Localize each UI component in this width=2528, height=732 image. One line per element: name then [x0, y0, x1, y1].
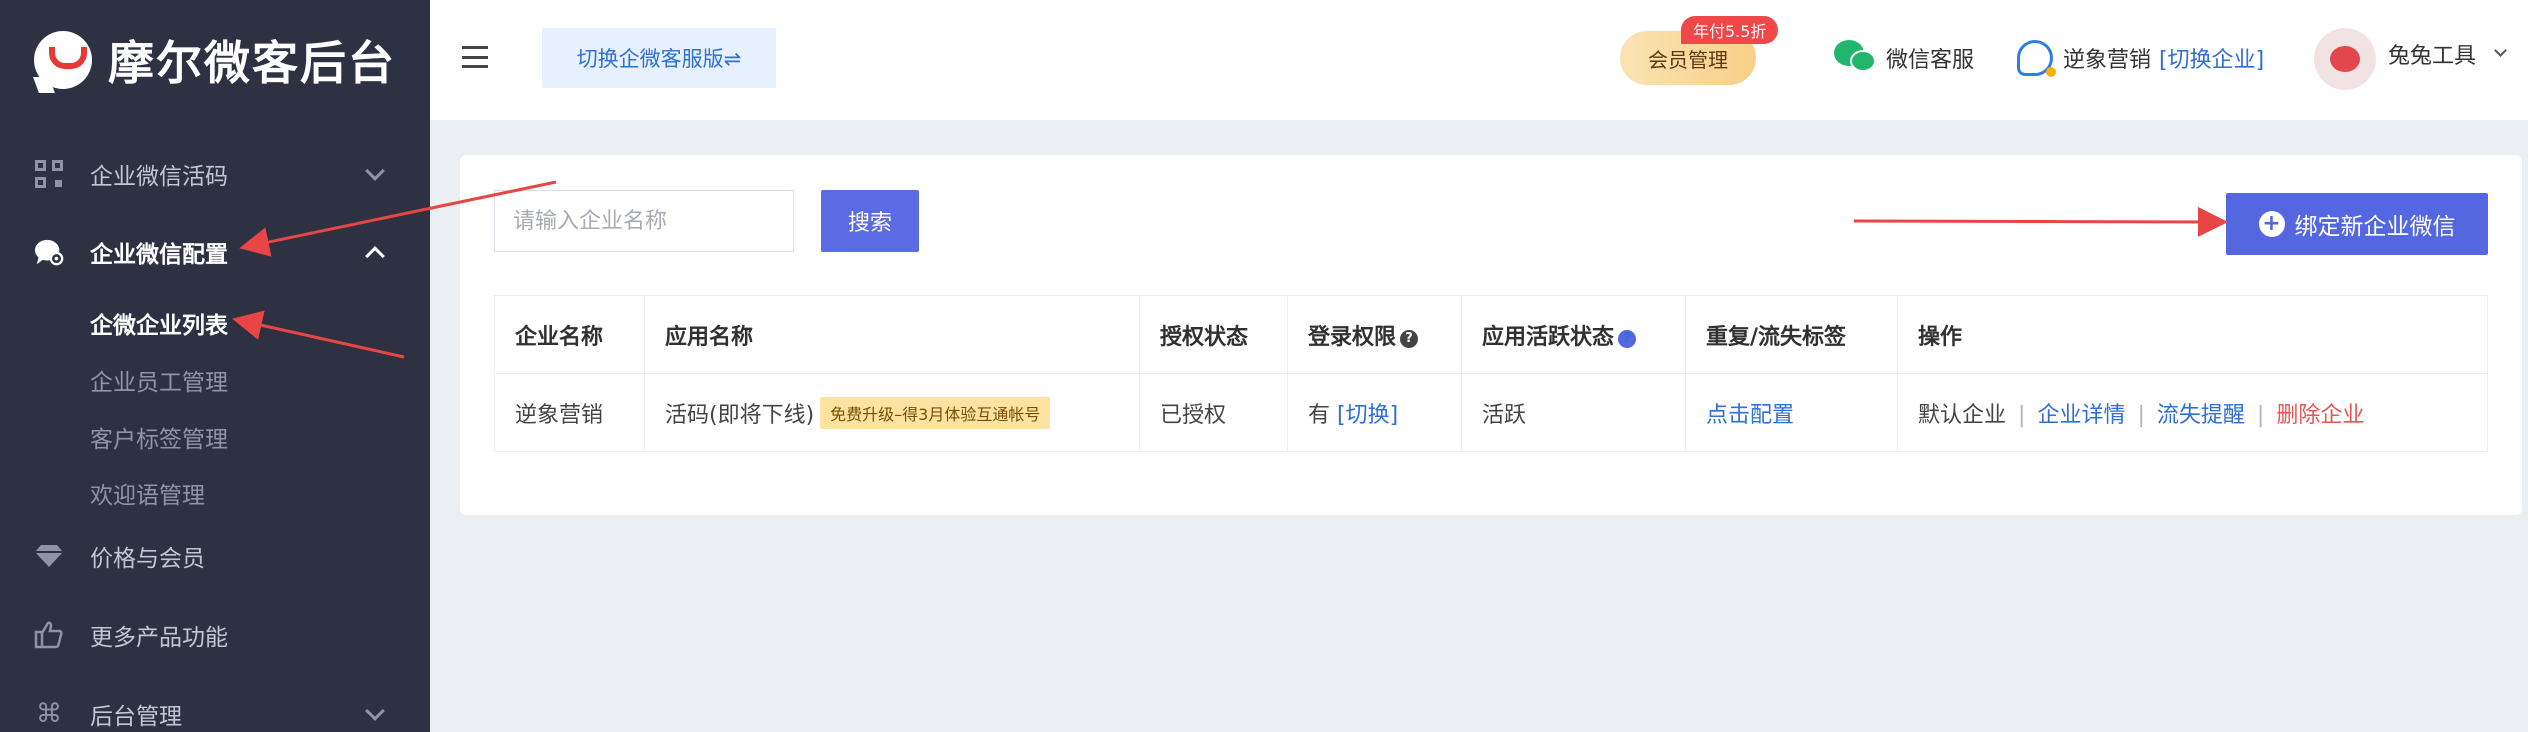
upgrade-tag[interactable]: 免费升级–得3月体验互通帐号 [820, 396, 1051, 429]
company-list-card: 搜索 + 绑定新企业微信 企业名称 应用名称 授权状态 登录权限? 应用活跃状态… [460, 155, 2522, 515]
search-input[interactable] [494, 190, 794, 252]
command-icon: ⌘ [36, 699, 62, 729]
discount-badge: 年付5.5折 [1681, 16, 1779, 44]
col-active-label: 应用活跃状态 [1482, 324, 1615, 350]
table-header-row: 企业名称 应用名称 授权状态 登录权限? 应用活跃状态? 重复/流失标签 操作 [494, 295, 2488, 374]
col-app: 应用名称 [644, 295, 1140, 374]
user-name[interactable]: 兔兔工具 [2388, 38, 2476, 70]
top-header: 切换企微客服版⇌ 会员管理 年付5.5折 微信客服 逆象营销 [切换企业] 兔兔… [430, 0, 2528, 120]
company-table: 企业名称 应用名称 授权状态 登录权限? 应用活跃状态? 重复/流失标签 操作 … [494, 295, 2488, 452]
sidebar-item-admin[interactable]: ⌘ 后台管理 [0, 684, 430, 732]
cell-company: 逆象营销 [494, 373, 645, 452]
avatar[interactable] [2314, 28, 2376, 90]
thumbs-up-icon [34, 620, 64, 650]
col-company: 企业名称 [494, 295, 645, 374]
sidebar-subitem-staff[interactable]: 企业员工管理 [90, 363, 228, 397]
col-login-label: 登录权限 [1308, 324, 1397, 350]
switch-company-link[interactable]: [切换企业] [2159, 42, 2264, 74]
switch-version-button[interactable]: 切换企微客服版⇌ [542, 28, 776, 88]
sidebar-item-qrcode[interactable]: 企业微信活码 [0, 144, 430, 204]
bind-new-wecom-button[interactable]: + 绑定新企业微信 [2226, 193, 2488, 255]
col-login: 登录权限? [1287, 295, 1462, 374]
col-auth: 授权状态 [1139, 295, 1288, 374]
login-value: 有 [1308, 402, 1331, 428]
sidebar: 摩尔微客后台 企业微信活码 企业微信配置 企微企业列表 企业员工管理 客户标签管… [0, 0, 430, 732]
sidebar-subitem-company-list[interactable]: 企微企业列表 [90, 306, 228, 340]
separator: | [2018, 402, 2026, 428]
company-chat-icon [2017, 40, 2056, 77]
qr-code-icon [34, 159, 64, 189]
cell-login: 有 [切换] [1287, 373, 1462, 452]
brand-logo-icon [33, 31, 92, 93]
cell-ops: 默认企业 | 企业详情 | 流失提醒 | 删除企业 [1897, 373, 2488, 452]
company-detail-link[interactable]: 企业详情 [2037, 403, 2125, 428]
col-ops: 操作 [1897, 295, 2488, 374]
col-active: 应用活跃状态? [1461, 295, 1686, 374]
brand[interactable]: 摩尔微客后台 [33, 28, 396, 93]
sidebar-item-label: 后台管理 [90, 704, 182, 730]
cell-app: 活码(即将下线) 免费升级–得3月体验互通帐号 [644, 373, 1140, 452]
table-row: 逆象营销 活码(即将下线) 免费升级–得3月体验互通帐号 已授权 有 [切换] 活… [494, 373, 2488, 452]
chevron-down-icon [365, 701, 385, 721]
separator: | [2256, 402, 2265, 428]
chevron-down-icon[interactable] [2494, 44, 2507, 57]
sidebar-item-label: 企业微信活码 [90, 164, 228, 190]
company-name: 逆象营销 [2063, 48, 2152, 73]
wechat-service-link[interactable]: 微信客服 [1834, 38, 1974, 78]
search-button[interactable]: 搜索 [821, 190, 919, 252]
separator: | [2137, 402, 2145, 428]
plus-circle-icon: + [2258, 211, 2285, 237]
cell-active: 活跃 [1461, 373, 1686, 452]
current-company: 逆象营销 [切换企业] [2017, 38, 2264, 78]
sidebar-item-label: 价格与会员 [90, 546, 205, 572]
sidebar-item-label: 企业微信配置 [90, 242, 228, 268]
help-icon[interactable]: ? [1400, 329, 1419, 348]
sidebar-item-wecom-config[interactable]: 企业微信配置 [0, 222, 430, 282]
sidebar-item-pricing[interactable]: 价格与会员 [0, 526, 430, 586]
app-name: 活码(即将下线) [665, 402, 815, 428]
sidebar-item-more-products[interactable]: 更多产品功能 [0, 605, 430, 665]
cell-tags: 点击配置 [1685, 373, 1898, 452]
churn-alert-link[interactable]: 流失提醒 [2157, 403, 2245, 428]
help-icon[interactable]: ? [1618, 329, 1637, 348]
sidebar-subitem-tags[interactable]: 客户标签管理 [90, 420, 228, 454]
menu-toggle-icon[interactable] [462, 46, 488, 68]
col-tags: 重复/流失标签 [1685, 295, 1898, 374]
wechat-icon [1834, 40, 1878, 76]
sidebar-subitem-welcome[interactable]: 欢迎语管理 [90, 476, 205, 510]
delete-company-link[interactable]: 删除企业 [2276, 403, 2364, 428]
chevron-down-icon [365, 161, 385, 181]
brand-title: 摩尔微客后台 [108, 36, 396, 90]
bind-new-wecom-label: 绑定新企业微信 [2294, 214, 2456, 240]
diamond-icon [34, 541, 64, 571]
default-company-text: 默认企业 [1918, 402, 2007, 428]
configure-tags-link[interactable]: 点击配置 [1706, 403, 1794, 428]
wechat-service-label: 微信客服 [1886, 48, 1975, 73]
login-switch-link[interactable]: [切换] [1337, 403, 1398, 428]
chat-settings-icon [34, 237, 64, 267]
chevron-up-icon [365, 246, 385, 266]
sidebar-item-label: 更多产品功能 [90, 625, 228, 651]
cell-auth: 已授权 [1139, 373, 1288, 452]
